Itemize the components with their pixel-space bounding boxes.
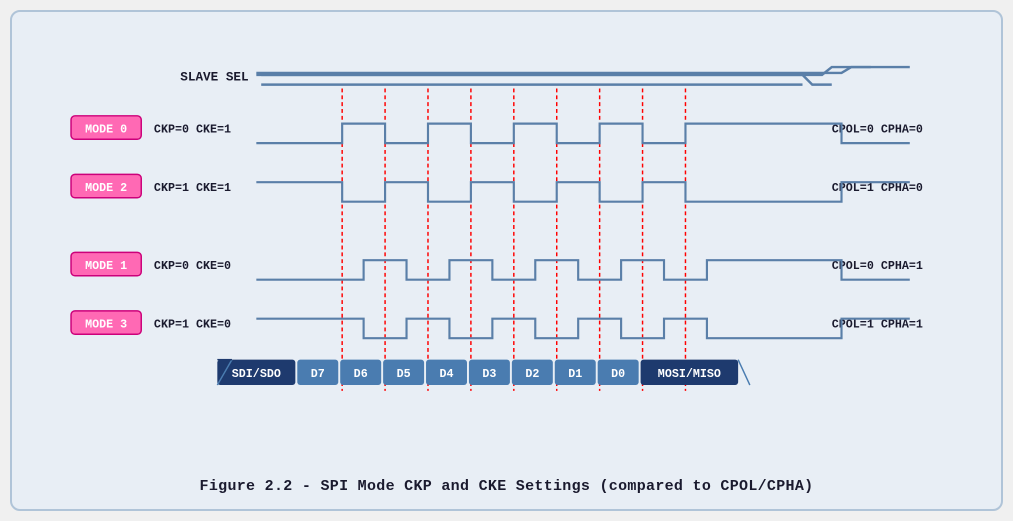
d3-label: D3 [482, 367, 496, 381]
d4-label: D4 [440, 367, 454, 381]
mosi-miso-label: MOSI/MISO [658, 367, 721, 381]
d1-label: D1 [568, 367, 582, 381]
sdi-sdo-label: SDI/SDO [232, 367, 281, 381]
mode1-right: CPOL=0 CPHA=1 [832, 259, 923, 273]
diagram-area: SLAVE SEL [32, 30, 981, 468]
figure-caption: Figure 2.2 - SPI Mode CKP and CKE Settin… [32, 478, 981, 495]
main-container: SLAVE SEL [10, 10, 1003, 511]
mode1-badge: MODE 1 [85, 259, 127, 273]
d2-label: D2 [525, 367, 539, 381]
mode3-badge: MODE 3 [85, 317, 127, 331]
d7-label: D7 [311, 367, 325, 381]
mode3-params: CKP=1 CKE=0 [154, 317, 231, 331]
mode2-badge: MODE 2 [85, 181, 127, 195]
mode0-params: CKP=0 CKE=1 [154, 122, 231, 136]
slave-sel-label: SLAVE SEL [180, 70, 248, 85]
mode0-right: CPOL=0 CPHA=0 [832, 122, 923, 136]
d0-label: D0 [611, 367, 625, 381]
d5-label: D5 [397, 367, 411, 381]
mode1-params: CKP=0 CKE=0 [154, 259, 231, 273]
d6-label: D6 [354, 367, 368, 381]
mode2-params: CKP=1 CKE=1 [154, 181, 231, 195]
mode0-badge: MODE 0 [85, 122, 127, 136]
